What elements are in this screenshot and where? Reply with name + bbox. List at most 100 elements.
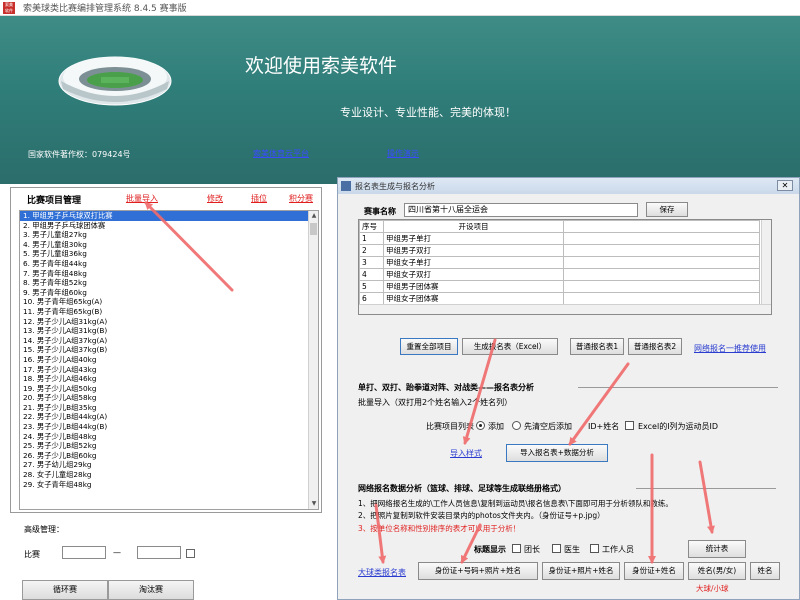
name-button[interactable]: 姓名 xyxy=(750,562,780,580)
event-list-item[interactable]: 29. 女子青年组48kg xyxy=(20,480,308,490)
grid-cell-project[interactable]: 甲组男子单打 xyxy=(383,232,564,245)
name-gender-button[interactable]: 姓名(男/女) xyxy=(688,562,746,580)
grid-cell-project[interactable]: 甲组男子双打 xyxy=(383,244,564,257)
grid-cell-index[interactable]: 4 xyxy=(359,268,384,281)
event-list-item[interactable]: 9. 男子青年组60kg xyxy=(20,288,308,298)
grid-cell-index[interactable]: 1 xyxy=(359,232,384,245)
id-number-photo-name-button[interactable]: 身份证+号码+照片+姓名 xyxy=(418,562,538,580)
save-button[interactable]: 保存 xyxy=(646,202,688,217)
event-list-item[interactable]: 3. 男子儿童组27kg xyxy=(20,230,308,240)
excel-id-checkbox[interactable] xyxy=(625,421,634,430)
grid-row[interactable]: 3 甲组女子单打 xyxy=(359,256,760,269)
grid-hscrollbar[interactable] xyxy=(359,304,771,314)
event-list-item[interactable]: 8. 男子青年组52kg xyxy=(20,278,308,288)
event-list-item[interactable]: 5. 男子儿童组36kg xyxy=(20,249,308,259)
event-list-item[interactable]: 2. 甲组男子乒乓球团体赛 xyxy=(20,221,308,231)
grid-cell-index[interactable]: 6 xyxy=(359,292,384,305)
start-date-field[interactable] xyxy=(62,546,106,559)
clear-add-radio[interactable] xyxy=(512,421,521,430)
end-date-field[interactable] xyxy=(137,546,181,559)
grid-cell-project[interactable]: 甲组女子单打 xyxy=(383,256,564,269)
event-list-item[interactable]: 26. 男子少儿B组60kg xyxy=(20,451,308,461)
ball-sample-link[interactable]: 大球类报名表 xyxy=(358,567,406,578)
event-list-scrollbar[interactable]: ▲ ▼ xyxy=(308,211,318,509)
grid-cell-index[interactable]: 3 xyxy=(359,256,384,269)
import-analyze-button[interactable]: 导入报名表+数据分析 xyxy=(506,444,608,462)
grid-row[interactable]: 1 甲组男子单打 xyxy=(359,232,760,245)
event-list-item[interactable]: 19. 男子少儿A组50kg xyxy=(20,384,308,394)
leader-checkbox[interactable] xyxy=(512,544,521,553)
event-list-item[interactable]: 18. 男子少儿A组46kg xyxy=(20,374,308,384)
online-registration-link[interactable]: 网络报名一推荐使用 xyxy=(694,343,766,354)
grid-header-empty xyxy=(563,220,760,233)
events-panel: 比赛项目管理 批量导入 修改 插位 积分赛 1. 甲组男子乒乓球双打比赛 2. 甲… xyxy=(10,187,322,513)
normal-form-2-button[interactable]: 普通报名表2 xyxy=(628,338,682,355)
grid-cell-project[interactable]: 甲组女子双打 xyxy=(383,268,564,281)
grid-row[interactable]: 6 甲组女子团体赛 xyxy=(359,292,760,305)
grid-row[interactable]: 2 甲组男子双打 xyxy=(359,244,760,257)
event-list-item[interactable]: 23. 男子少儿B组44kg(B) xyxy=(20,422,308,432)
scroll-up-icon[interactable]: ▲ xyxy=(309,211,318,221)
grid-cell-empty[interactable] xyxy=(563,256,760,269)
grid-cell-index[interactable]: 5 xyxy=(359,280,384,293)
event-list-item[interactable]: 6. 男子青年组44kg xyxy=(20,259,308,269)
cloud-platform-link[interactable]: 索美体育云平台 xyxy=(253,148,309,159)
grid-cell-empty[interactable] xyxy=(563,268,760,281)
insert-link[interactable]: 插位 xyxy=(251,193,267,204)
event-list-item[interactable]: 16. 男子少儿A组40kg xyxy=(20,355,308,365)
scroll-down-icon[interactable]: ▼ xyxy=(309,499,318,509)
event-list-item[interactable]: 24. 男子少儿B组48kg xyxy=(20,432,308,442)
grid-row[interactable]: 4 甲组女子双打 xyxy=(359,268,760,281)
date-checkbox[interactable] xyxy=(186,549,195,558)
normal-form-1-button[interactable]: 普通报名表1 xyxy=(570,338,624,355)
event-name-input[interactable]: 四川省第十八届全运会 xyxy=(404,203,638,217)
grid-cell-index[interactable]: 2 xyxy=(359,244,384,257)
grid-cell-project[interactable]: 甲组男子团体赛 xyxy=(383,280,564,293)
edit-link[interactable]: 修改 xyxy=(207,193,223,204)
knockout-button[interactable]: 淘汰赛 xyxy=(108,580,194,600)
event-list-item[interactable]: 21. 男子少儿B组35kg xyxy=(20,403,308,413)
batch-import-link[interactable]: 批量导入 xyxy=(126,193,158,204)
import-sample-link[interactable]: 导入样式 xyxy=(450,448,482,459)
event-list-item[interactable]: 4. 男子儿童组30kg xyxy=(20,240,308,250)
event-list-item[interactable]: 10. 男子青年组65kg(A) xyxy=(20,297,308,307)
doctor-checkbox[interactable] xyxy=(552,544,561,553)
title-show-label: 标题显示 xyxy=(474,545,506,554)
grid-cell-empty[interactable] xyxy=(563,292,760,305)
id-name-button[interactable]: 身份证+姓名 xyxy=(624,562,684,580)
id-photo-name-button[interactable]: 身份证+照片+姓名 xyxy=(542,562,620,580)
generate-excel-button[interactable]: 生成报名表（Excel） xyxy=(462,338,558,355)
grid-cell-empty[interactable] xyxy=(563,244,760,257)
event-list-item[interactable]: 20. 男子少儿A组58kg xyxy=(20,393,308,403)
event-list-item[interactable]: 28. 女子儿童组28kg xyxy=(20,470,308,480)
event-list-item[interactable]: 11. 男子青年组65kg(B) xyxy=(20,307,308,317)
event-list-item[interactable]: 14. 男子少儿A组37kg(A) xyxy=(20,336,308,346)
event-list-item[interactable]: 13. 男子少儿A组31kg(B) xyxy=(20,326,308,336)
grid-scrollbar[interactable] xyxy=(761,220,771,306)
grid-cell-empty[interactable] xyxy=(563,232,760,245)
round-robin-button[interactable]: 循环赛 xyxy=(22,580,108,600)
events-panel-title: 比赛项目管理 xyxy=(27,196,82,206)
demo-link[interactable]: 操作演示 xyxy=(387,148,419,159)
project-grid[interactable]: 序号 开设项目 1 甲组男子单打 2 甲组男子双打 3 甲组女子单打 4 甲组女子双打 5 甲组男… xyxy=(358,219,772,315)
event-list-item[interactable]: 27. 男子幼儿组29kg xyxy=(20,460,308,470)
event-list-item[interactable]: 12. 男子少儿A组31kg(A) xyxy=(20,317,308,327)
event-list-item[interactable]: 1. 甲组男子乒乓球双打比赛 xyxy=(20,211,308,221)
staff-checkbox[interactable] xyxy=(590,544,599,553)
close-icon[interactable]: ✕ xyxy=(777,180,793,191)
grid-cell-project[interactable]: 甲组女子团体赛 xyxy=(383,292,564,305)
add-radio[interactable] xyxy=(476,421,485,430)
event-list[interactable]: 1. 甲组男子乒乓球双打比赛 2. 甲组男子乒乓球团体赛 3. 男子儿童组27kg 4… xyxy=(19,210,319,510)
event-list-item[interactable]: 22. 男子少儿B组44kg(A) xyxy=(20,412,308,422)
grid-row[interactable]: 5 甲组男子团体赛 xyxy=(359,280,760,293)
id-name-label: ID+姓名 xyxy=(588,422,620,431)
event-list-item[interactable]: 7. 男子青年组48kg xyxy=(20,269,308,279)
points-match-link[interactable]: 积分赛 xyxy=(289,193,313,204)
grid-cell-empty[interactable] xyxy=(563,280,760,293)
event-list-item[interactable]: 17. 男子少儿A组43kg xyxy=(20,365,308,375)
scroll-thumb[interactable] xyxy=(310,223,317,235)
reset-projects-button[interactable]: 重置全部项目 xyxy=(400,338,458,355)
event-list-item[interactable]: 15. 男子少儿A组37kg(B) xyxy=(20,345,308,355)
stats-table-button[interactable]: 统计表 xyxy=(688,540,746,558)
event-list-item[interactable]: 25. 男子少儿B组52kg xyxy=(20,441,308,451)
